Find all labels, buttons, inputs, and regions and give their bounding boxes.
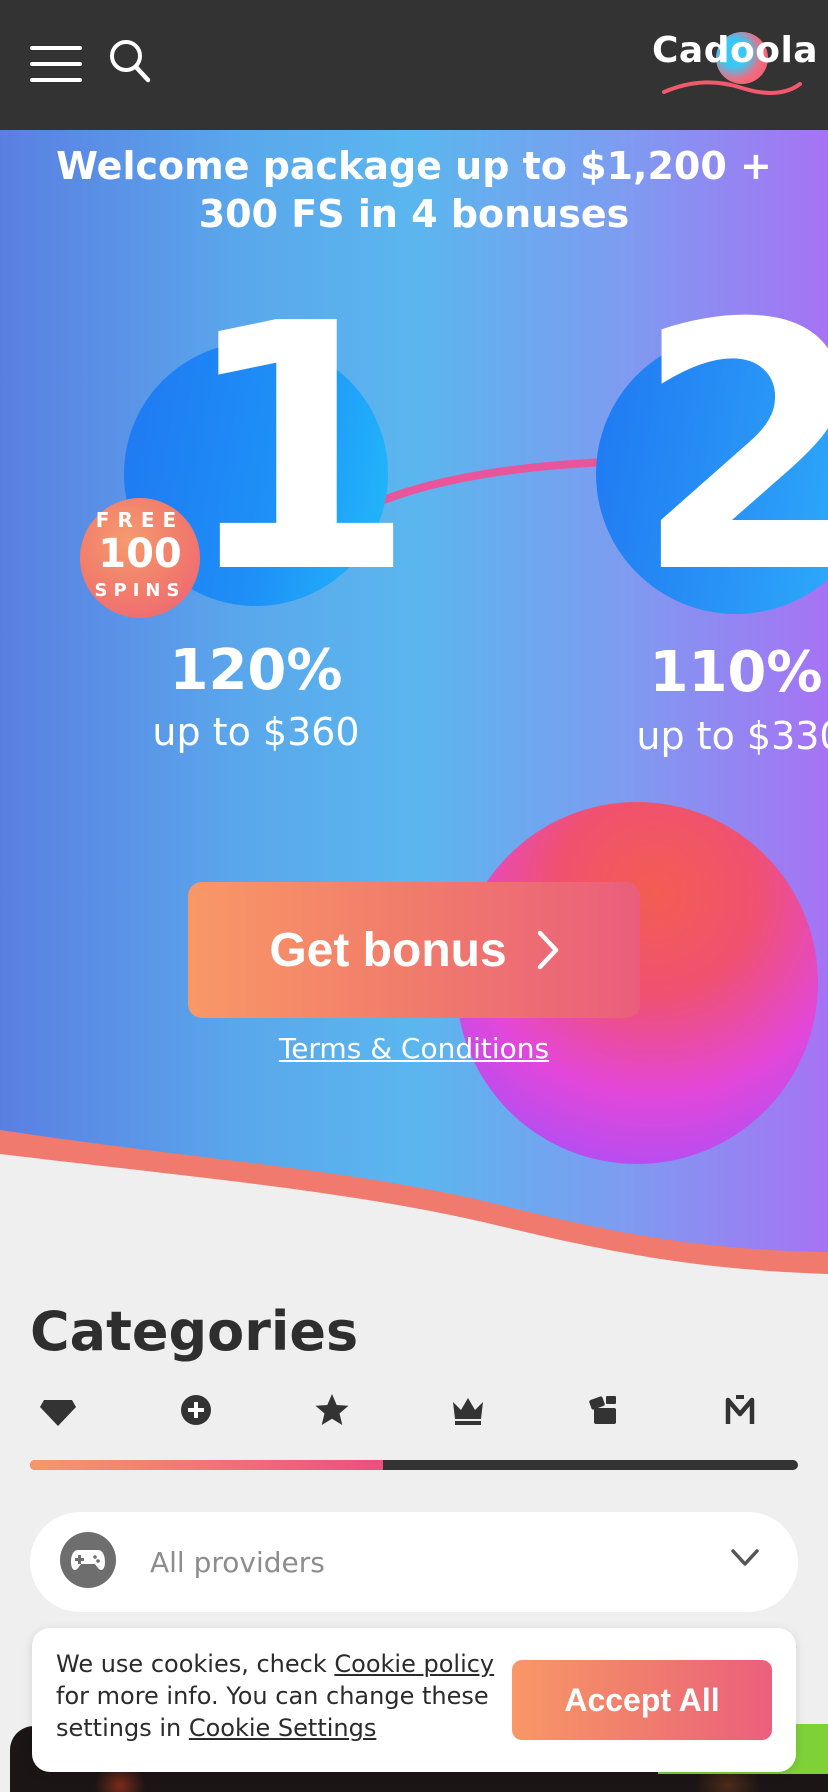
cookie-banner: We use cookies, check Cookie policy for … (32, 1628, 796, 1772)
category-scrollbar[interactable] (30, 1460, 798, 1470)
bonus-step-1-percent: 120% (169, 638, 343, 703)
cookie-policy-link[interactable]: Cookie policy (334, 1650, 494, 1678)
free-spins-top: FREE (95, 508, 185, 532)
welcome-hero: Welcome package up to $1,200 + 300 FS in… (0, 130, 828, 1280)
cookie-text: We use cookies, check Cookie policy for … (56, 1648, 496, 1744)
providers-dropdown[interactable]: All providers (30, 1512, 798, 1612)
get-bonus-button[interactable]: Get bonus (188, 882, 640, 1018)
hamburger-menu-icon[interactable] (30, 46, 82, 82)
terms-conditions-link[interactable]: Terms & Conditions (0, 1032, 828, 1065)
chevron-right-icon (537, 930, 558, 970)
free-spins-badge: FREE 100 SPINS (80, 498, 200, 618)
bonus-step-2-percent: 110% (649, 640, 823, 705)
top-header: Cadoola (0, 0, 828, 130)
site-logo[interactable]: Cadoola (652, 26, 818, 102)
search-icon[interactable] (108, 38, 152, 84)
bonus-step-2-amount: up to $330 (636, 714, 828, 758)
dice-icon[interactable] (584, 1390, 624, 1430)
bonus-step-2-number: 2 (634, 252, 828, 648)
logo-text: Cadoola (652, 30, 819, 71)
hero-title: Welcome package up to $1,200 + 300 FS in… (56, 144, 772, 236)
free-spins-bottom: SPINS (94, 580, 186, 601)
m-letter-icon[interactable] (720, 1390, 760, 1430)
crown-icon[interactable] (448, 1390, 488, 1430)
category-scroll-progress (30, 1460, 384, 1470)
free-spins-number: 100 (98, 531, 182, 577)
providers-label: All providers (150, 1546, 325, 1579)
gamepad-icon (60, 1532, 116, 1588)
cookie-settings-link[interactable]: Cookie Settings (189, 1714, 377, 1742)
star-icon[interactable] (312, 1390, 352, 1430)
chevron-down-icon (731, 1549, 759, 1566)
diamond-icon[interactable] (38, 1390, 78, 1430)
cookie-text-part-1: We use cookies, check (56, 1650, 335, 1678)
hero-bottom-wave (0, 1130, 828, 1280)
plus-circle-icon[interactable] (176, 1390, 216, 1430)
category-icons-row (28, 1390, 798, 1440)
bonus-step-1-number: 1 (180, 252, 417, 648)
bonus-step-1-amount: up to $360 (152, 710, 360, 754)
get-bonus-label: Get bonus (269, 923, 507, 977)
accept-all-button[interactable]: Accept All (512, 1660, 772, 1740)
categories-title: Categories (30, 1300, 359, 1363)
